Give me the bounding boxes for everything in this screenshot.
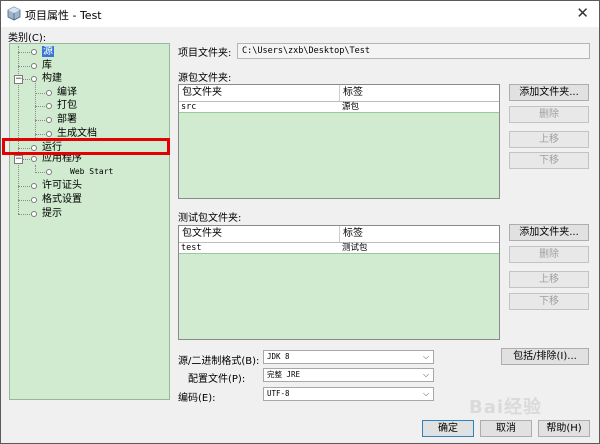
chevron-down-icon: ⌵ (422, 389, 430, 398)
collapse-icon[interactable]: − (14, 75, 23, 84)
include-exclude-button[interactable]: 包括/排除(I)... (501, 348, 589, 365)
tree-item-source[interactable]: 源 (42, 46, 54, 58)
profile-value: 完整 JRE (267, 370, 301, 379)
profile-label: 配置文件(P): (188, 374, 246, 385)
binary-format-select[interactable]: JDK 8 ⌵ (263, 350, 434, 364)
tree-node-bullet-icon (31, 183, 37, 189)
tree-item-formatting[interactable]: 格式设置 (42, 194, 82, 206)
tree-node-bullet-icon (46, 117, 52, 123)
tree-node-bullet-icon (46, 169, 52, 175)
binary-format-label: 源/二进制格式(B): (178, 356, 260, 367)
tree-item-compile[interactable]: 编译 (57, 87, 77, 99)
tree-node-bullet-icon (46, 103, 52, 109)
tree-node-bullet-icon (46, 90, 52, 96)
move-up-test-button[interactable]: 上移 (509, 271, 589, 288)
cancel-button[interactable]: 取消 (480, 420, 532, 437)
add-source-folder-button[interactable]: 添加文件夹... (509, 84, 589, 101)
test-folders-label: 测试包文件夹: (178, 213, 242, 224)
move-down-source-button[interactable]: 下移 (509, 152, 589, 169)
tree-node-bullet-icon (46, 131, 52, 137)
source-folders-table[interactable]: 包文件夹 标签 src 源包 (178, 84, 500, 199)
tree-item-build[interactable]: 构建 (42, 73, 62, 85)
window-title: 项目属性 - Test (25, 9, 102, 22)
collapse-icon[interactable]: − (14, 155, 23, 164)
tree-item-deploy[interactable]: 部署 (57, 114, 77, 126)
add-test-folder-button[interactable]: 添加文件夹... (509, 224, 589, 241)
project-properties-dialog: 项目属性 - Test ✕ 类别(C): 源 库 − 构建 编译 打包 部署 生… (0, 0, 600, 444)
table-header: 包文件夹 标签 (179, 85, 499, 102)
tree-node-bullet-icon (31, 156, 37, 162)
column-header-label[interactable]: 标签 (340, 85, 500, 101)
baidu-jingyan-watermark: Bai经验 (469, 397, 543, 418)
remove-test-folder-button[interactable]: 删除 (509, 246, 589, 263)
table-header: 包文件夹 标签 (179, 226, 499, 243)
tree-node-bullet-icon (31, 49, 37, 55)
close-icon[interactable]: ✕ (576, 4, 589, 22)
tree-connector (18, 66, 32, 67)
netbeans-cube-icon (7, 6, 21, 21)
table-row[interactable]: src 源包 (179, 102, 499, 113)
tree-connector (18, 52, 32, 53)
column-header-folder[interactable]: 包文件夹 (179, 85, 339, 101)
tree-item-libraries[interactable]: 库 (42, 60, 52, 72)
profile-select[interactable]: 完整 JRE ⌵ (263, 368, 434, 382)
row-folder-cell: src (181, 102, 197, 112)
tree-connector (18, 214, 32, 215)
row-folder-cell: test (181, 243, 202, 253)
encoding-select[interactable]: UTF-8 ⌵ (263, 387, 434, 401)
tree-item-package[interactable]: 打包 (57, 100, 77, 112)
build-branch-line (35, 80, 36, 138)
tree-trunk-line (18, 46, 19, 214)
chevron-down-icon: ⌵ (422, 370, 430, 379)
tree-item-license[interactable]: 许可证头 (42, 180, 82, 192)
project-folder-field: C:\Users\zxb\Desktop\Test (237, 43, 590, 59)
tree-node-bullet-icon (31, 211, 37, 217)
row-label-cell: 测试包 (342, 243, 368, 253)
chevron-down-icon: ⌵ (422, 352, 430, 361)
tree-item-hints[interactable]: 提示 (42, 208, 62, 220)
column-header-folder[interactable]: 包文件夹 (179, 226, 339, 242)
tree-node-bullet-icon (31, 197, 37, 203)
tree-connector (18, 200, 32, 201)
remove-source-folder-button[interactable]: 删除 (509, 106, 589, 123)
project-folder-label: 项目文件夹: (178, 48, 232, 59)
categories-label: 类别(C): (8, 33, 47, 44)
tree-node-bullet-icon (31, 63, 37, 69)
row-label-cell: 源包 (342, 102, 360, 112)
tree-item-web-start[interactable]: Web Start (70, 166, 113, 178)
category-tree[interactable]: 源 库 − 构建 编译 打包 部署 生成文档 运行 − 应用程序 Web Sta… (9, 43, 170, 400)
tree-node-bullet-icon (31, 76, 37, 82)
tree-connector (18, 186, 32, 187)
encoding-label: 编码(E): (178, 393, 216, 404)
encoding-value: UTF-8 (267, 389, 290, 398)
help-button[interactable]: 帮助(H) (538, 420, 590, 437)
move-up-source-button[interactable]: 上移 (509, 131, 589, 148)
source-folders-label: 源包文件夹: (178, 73, 232, 84)
test-folders-table[interactable]: 包文件夹 标签 test 测试包 (178, 225, 500, 340)
column-header-label[interactable]: 标签 (340, 226, 500, 242)
run-highlight-box (2, 138, 170, 155)
binary-format-value: JDK 8 (267, 352, 290, 361)
table-row[interactable]: test 测试包 (179, 243, 499, 254)
title-bar: 项目属性 - Test ✕ (1, 1, 599, 27)
move-down-test-button[interactable]: 下移 (509, 293, 589, 310)
ok-button[interactable]: 确定 (422, 420, 474, 437)
